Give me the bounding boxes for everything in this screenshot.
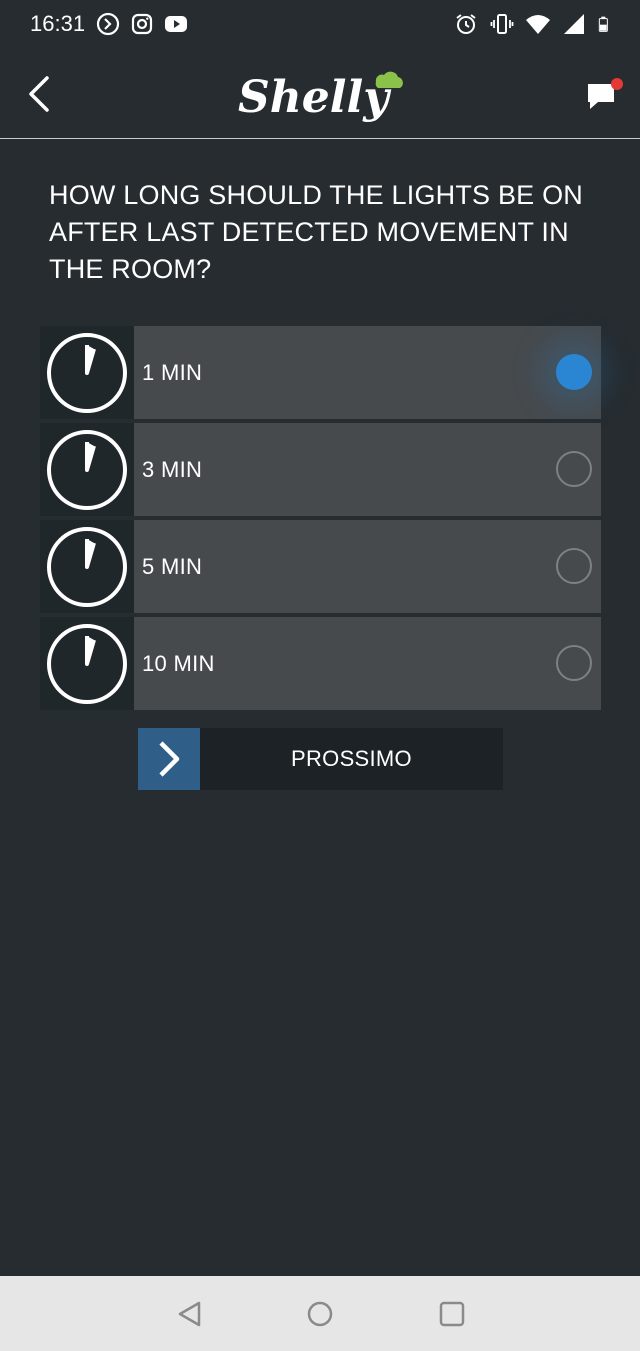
signal-icon bbox=[564, 14, 584, 34]
clock-icon bbox=[47, 430, 127, 510]
clock-icon bbox=[47, 527, 127, 607]
wifi-icon bbox=[526, 15, 550, 34]
status-time: 16:31 bbox=[30, 11, 86, 36]
logo-text: Shelly bbox=[238, 72, 392, 123]
radio-button[interactable] bbox=[556, 645, 592, 681]
app-bar: Shelly bbox=[0, 50, 640, 139]
option-body: 3 MIN bbox=[134, 423, 601, 516]
radio-button[interactable] bbox=[556, 451, 592, 487]
option-10-min[interactable]: 10 MIN bbox=[40, 617, 601, 710]
instagram-icon bbox=[131, 13, 153, 35]
option-label: 5 MIN bbox=[142, 553, 203, 579]
vibrate-icon bbox=[490, 14, 514, 34]
system-nav-bar bbox=[0, 1276, 640, 1351]
clock-icon bbox=[47, 333, 127, 413]
back-button[interactable] bbox=[20, 72, 60, 116]
sync-icon bbox=[96, 12, 120, 36]
option-icon-box bbox=[40, 326, 134, 419]
next-button[interactable]: PROSSIMO bbox=[138, 728, 503, 790]
chat-bubble-icon bbox=[588, 84, 614, 109]
option-body: 1 MIN bbox=[134, 326, 601, 419]
battery-icon bbox=[598, 16, 608, 32]
option-icon-box bbox=[40, 423, 134, 516]
status-left-icons bbox=[96, 12, 188, 36]
clock-icon bbox=[47, 624, 127, 704]
question-title: HOW LONG SHOULD THE LIGHTS BE ON AFTER L… bbox=[49, 180, 583, 284]
option-body: 5 MIN bbox=[134, 520, 601, 613]
option-label: 3 MIN bbox=[142, 456, 203, 482]
radio-button[interactable] bbox=[556, 548, 592, 584]
chevron-right-icon bbox=[159, 741, 180, 777]
option-3-min[interactable]: 3 MIN bbox=[40, 423, 601, 516]
option-1-min[interactable]: 1 MIN bbox=[40, 326, 601, 419]
alarm-icon bbox=[456, 14, 476, 34]
recents-square-icon[interactable] bbox=[438, 1300, 466, 1328]
youtube-icon bbox=[165, 16, 187, 32]
radio-button-selected[interactable] bbox=[556, 354, 592, 390]
shelly-logo: Shelly bbox=[238, 71, 403, 123]
option-icon-box bbox=[40, 520, 134, 613]
option-body: 10 MIN bbox=[134, 617, 601, 710]
status-bar: 16:31 bbox=[0, 0, 640, 50]
back-triangle-icon[interactable] bbox=[176, 1300, 204, 1328]
option-label: 1 MIN bbox=[142, 359, 203, 385]
option-label: 10 MIN bbox=[142, 650, 215, 676]
next-button-label: PROSSIMO bbox=[291, 746, 412, 771]
option-icon-box bbox=[40, 617, 134, 710]
option-5-min[interactable]: 5 MIN bbox=[40, 520, 601, 613]
notification-dot bbox=[611, 78, 623, 90]
chat-button[interactable] bbox=[584, 74, 626, 114]
home-circle-icon[interactable] bbox=[306, 1300, 334, 1328]
next-arrow-box bbox=[138, 728, 200, 790]
status-right-icons bbox=[454, 12, 614, 36]
duration-options: 1 MIN 3 MIN 5 MIN 10 MIN bbox=[40, 326, 601, 714]
